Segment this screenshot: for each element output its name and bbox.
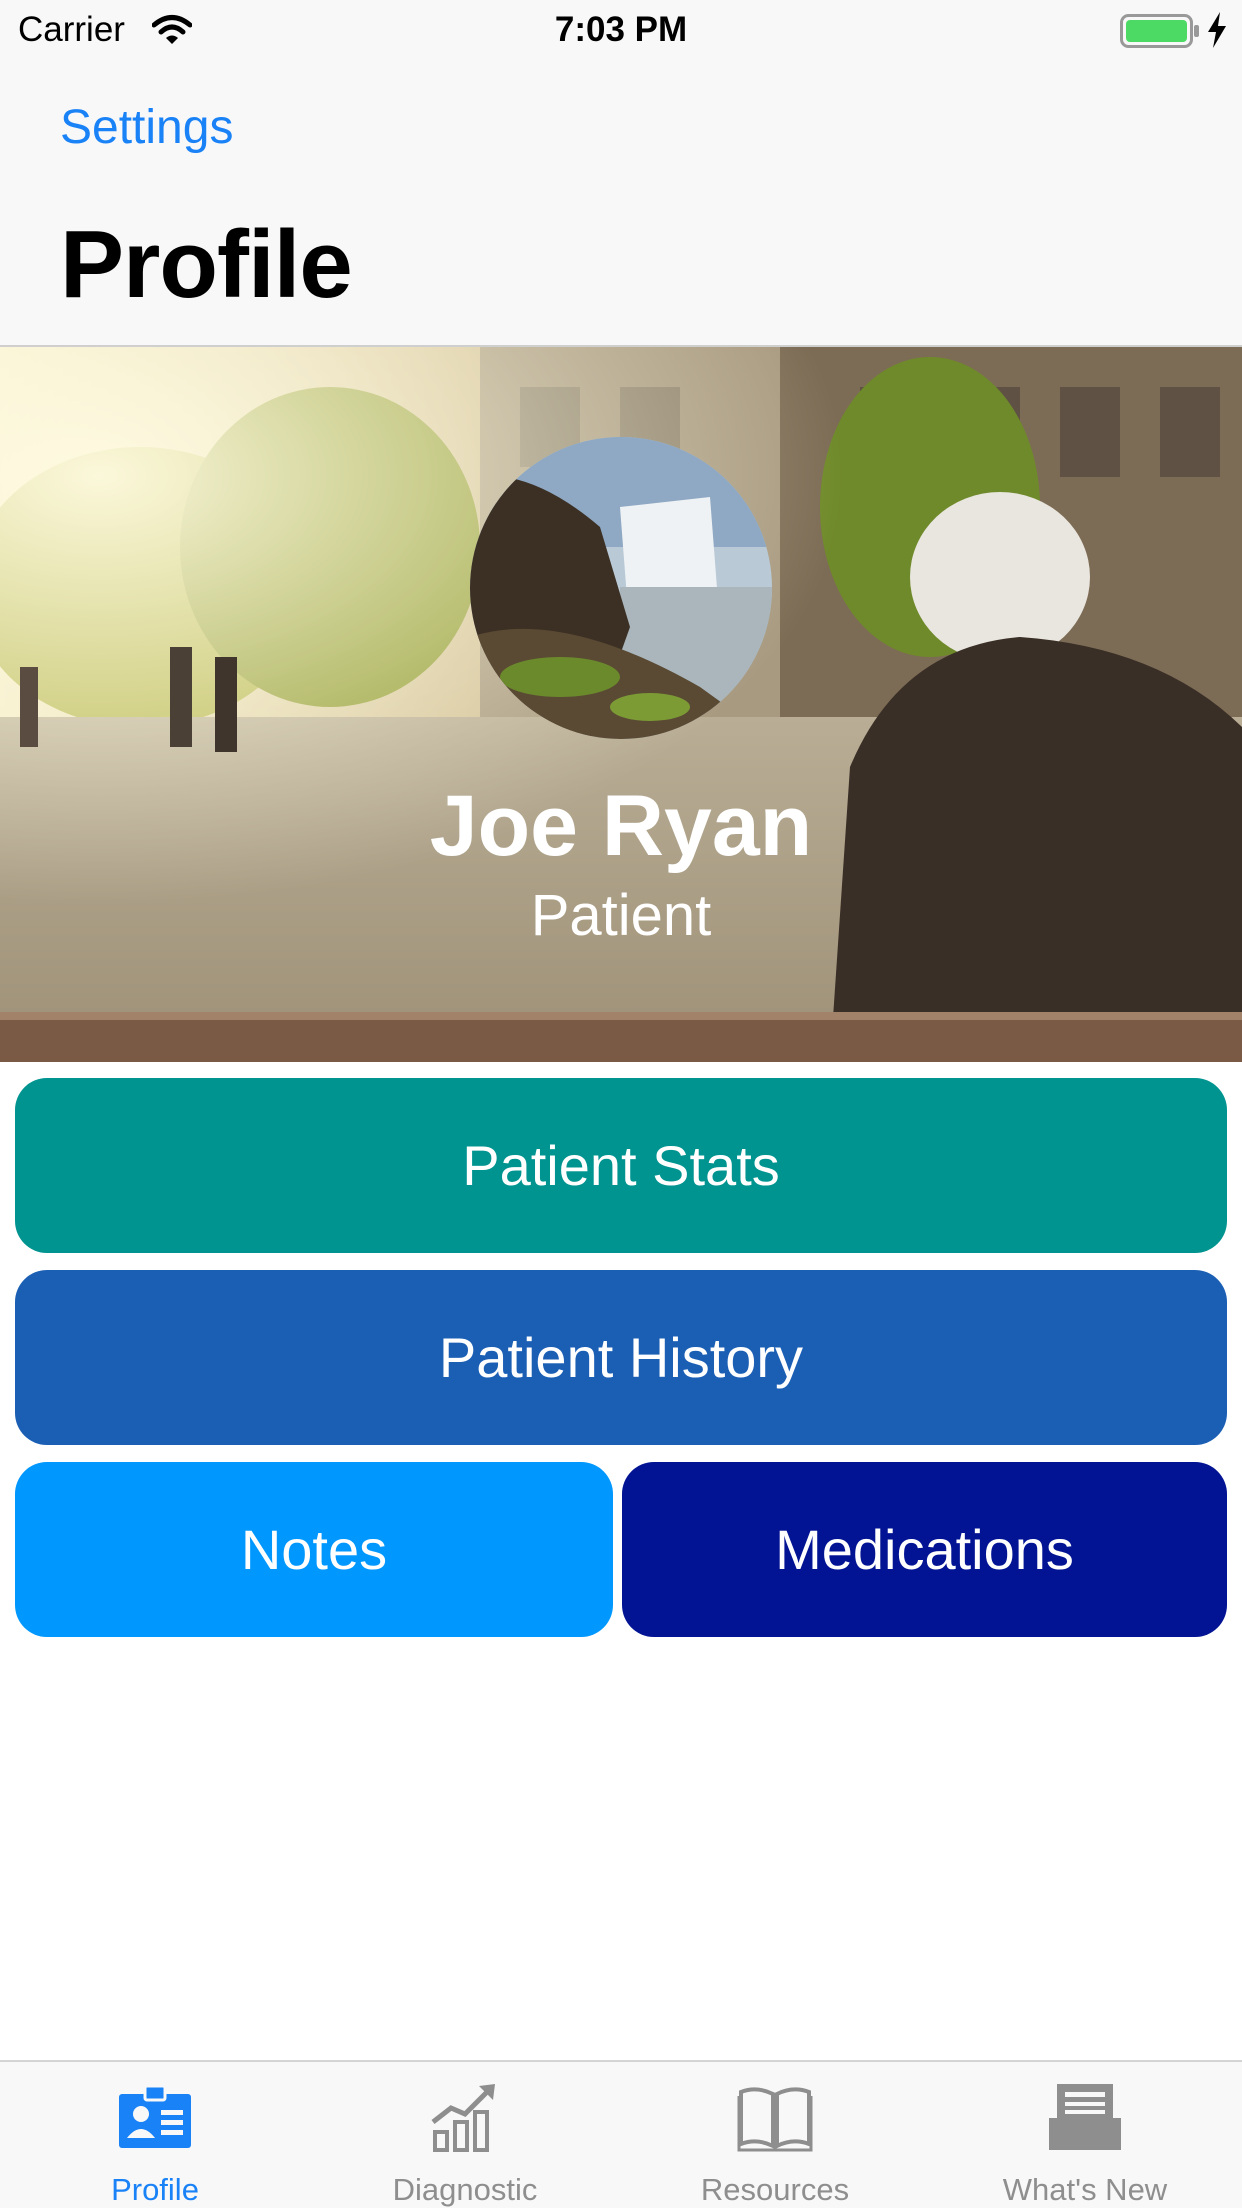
patient-stats-button[interactable]: Patient Stats [15,1078,1227,1253]
navigation-bar: Settings Profile [0,60,1242,347]
patient-stats-label: Patient Stats [462,1134,780,1197]
chart-growth-icon [431,2084,495,2152]
tab-whats-new[interactable]: What's New [930,2062,1240,2210]
medications-label: Medications [775,1518,1074,1581]
page-title: Profile [60,211,353,318]
charging-bolt-icon [1208,12,1226,48]
tab-diagnostic-label: Diagnostic [392,2172,538,2207]
avatar-image [470,437,772,739]
notes-button[interactable]: Notes [15,1462,613,1637]
profile-name: Joe Ryan [429,778,813,874]
status-bar: Carrier 7:03 PM [0,0,1242,60]
battery-icon [1120,14,1199,48]
tab-whats-new-label: What's New [1002,2172,1168,2207]
profile-card-icon [119,2084,191,2148]
medications-button[interactable]: Medications [622,1462,1227,1637]
tab-resources[interactable]: Resources [620,2062,930,2210]
tab-resources-label: Resources [700,2172,850,2207]
patient-history-button[interactable]: Patient History [15,1270,1227,1445]
tab-profile[interactable]: Profile [0,2062,310,2210]
profile-role: Patient [530,883,712,948]
profile-header: Joe Ryan Patient [0,347,1242,1062]
tab-bar: Profile Diagnostic Resources What's New [0,2060,1242,2208]
book-icon [737,2087,813,2152]
news-tray-icon [1049,2084,1121,2150]
notes-label: Notes [240,1518,388,1581]
tab-diagnostic[interactable]: Diagnostic [310,2062,620,2210]
patient-history-label: Patient History [438,1326,804,1389]
avatar[interactable] [470,437,772,739]
settings-back-button[interactable]: Settings [60,100,233,155]
status-time: 7:03 PM [554,10,688,49]
tab-profile-label: Profile [111,2172,199,2207]
